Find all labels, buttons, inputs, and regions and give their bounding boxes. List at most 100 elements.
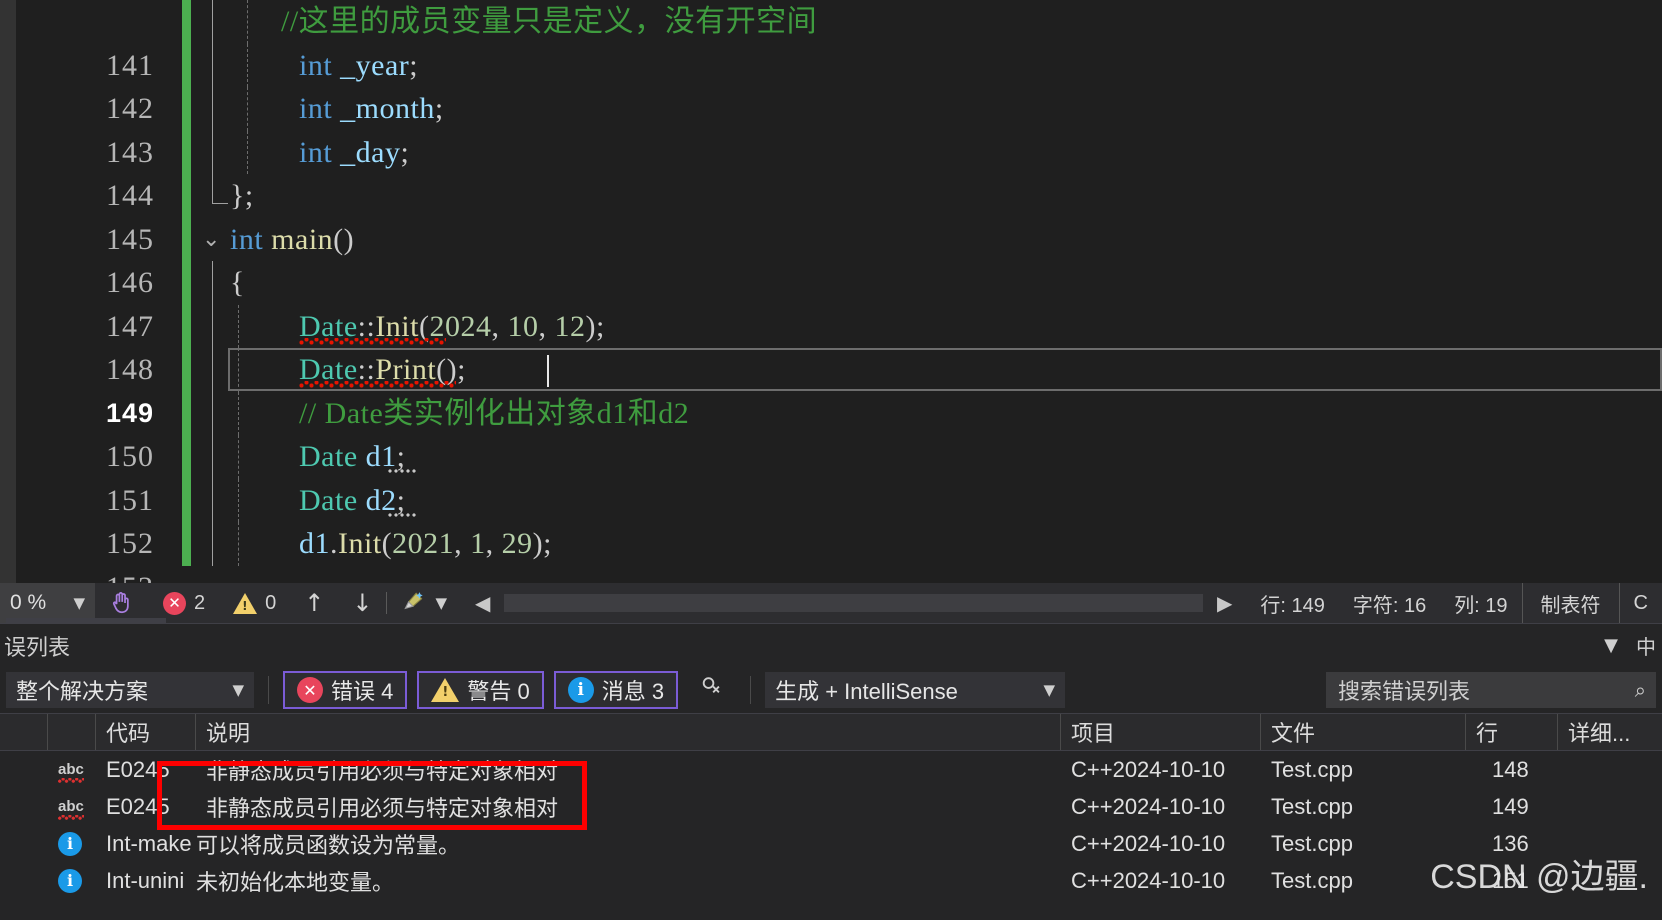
column-header-description[interactable]: 说明 [196,714,1061,750]
indent-guide [238,478,239,522]
code-line-143[interactable]: 143 int _month; [16,87,1662,169]
column-header-detail[interactable]: 详细... [1558,714,1662,750]
pin-icon[interactable]: 中 [1636,631,1656,660]
row-project: C++2024-10-10 [1071,830,1226,856]
chevron-down-icon[interactable]: ▼ [1604,635,1618,656]
table-row[interactable]: abc E0245 非静态成员引用必须与特定对象相对 C++2024-10-10… [0,751,1662,788]
editor-left-strip [0,0,16,583]
error-icon: ✕ [163,591,186,615]
scope-filter-select[interactable]: 整个解决方案 ▼ [6,672,254,708]
zoom-level-control[interactable]: 0 % ▼ [0,583,95,623]
indent-guide [238,435,239,479]
hand-icon-button[interactable] [95,583,149,623]
code-text: // Date类实例化出对象d1和d2 [299,396,690,430]
row-description: 未初始化本地变量。 [196,869,395,895]
code-line-146[interactable]: 146 ⌄ int main() [16,217,1662,299]
search-icon[interactable]: ⌕ [1635,678,1646,702]
chevron-down-icon[interactable]: ▼ [435,594,447,612]
row-project: C++2024-10-10 [1071,756,1226,782]
code-line-145[interactable]: 145 }; [16,174,1662,256]
code-text: { [230,266,245,299]
code-area[interactable]: 141 //这里的成员变量只是定义，没有开空间 142 int _year; 1… [16,0,1662,583]
search-error-list-input[interactable]: 搜索错误列表 ⌕ [1326,672,1656,708]
scope-guide [212,261,213,305]
warnings-filter-toggle[interactable]: 警告 0 [417,671,544,709]
code-line-144[interactable]: 144 int _day; [16,130,1662,212]
code-line-152[interactable]: 152 Date d2; [16,478,1662,560]
caret-column-indicator[interactable]: 列: 19 [1440,583,1521,623]
horizontal-scrollbar[interactable]: ◀ ▶ [461,583,1246,623]
change-bar [182,304,191,348]
caret-char-indicator[interactable]: 字符: 16 [1339,583,1440,623]
messages-filter-label: 消息 3 [601,679,665,704]
chevron-down-icon[interactable]: ▼ [1044,681,1056,699]
chevron-down-icon[interactable]: ⌄ [202,218,220,262]
code-line-150[interactable]: 150 // Date类实例化出对象d1和d2 [16,391,1662,473]
error-list-toolbar[interactable]: 整个解决方案 ▼ ✕ 错误 4 警告 0 i 消息 3 [0,667,1662,713]
encoding-indicator[interactable]: C [1620,583,1662,623]
prev-issue-button[interactable]: ↑ [290,583,338,623]
next-issue-button[interactable]: ↓ [338,583,386,623]
indent-guide [238,304,239,348]
info-icon: i [567,677,594,703]
error-icon: ✕ [297,677,323,703]
column-header-file[interactable]: 文件 [1261,714,1466,750]
table-row[interactable]: i Int-unini 未初始化本地变量。 C++2024-10-10 Test… [0,862,1662,899]
messages-filter-toggle[interactable]: i 消息 3 [553,671,679,709]
code-editor[interactable]: 141 //这里的成员变量只是定义，没有开空间 142 int _year; 1… [0,0,1662,583]
change-bar [182,391,191,435]
error-list-panel[interactable]: 误列表 ▼ 中 整个解决方案 ▼ ✕ 错误 4 警告 0 i 消息 3 [0,618,1662,920]
table-row[interactable]: abc E0245 非静态成员引用必须与特定对象相对 C++2024-10-10… [0,788,1662,825]
scope-filter-value: 整个解决方案 [16,679,149,704]
scope-guide [212,87,213,131]
scope-guide [212,348,213,392]
info-icon: i [58,831,82,856]
caret-char-value: 字符: 16 [1352,594,1427,617]
scroll-track[interactable] [504,594,1203,612]
scroll-right-icon[interactable]: ▶ [1217,591,1232,615]
chevron-down-icon[interactable]: ▼ [232,681,244,699]
tab-mode-indicator[interactable]: 制表符 [1521,583,1620,623]
filter-settings-button[interactable] [688,675,736,705]
row-line: 148 [1492,756,1529,782]
table-row[interactable]: i Int-make 可以将成员函数设为常量。 C++2024-10-10 Te… [0,825,1662,862]
status-right-group: 行: 149 字符: 16 列: 19 制表符 C [1246,583,1662,623]
error-count-indicator[interactable]: ✕ 2 [149,583,219,623]
warnings-filter-label: 警告 0 [467,679,530,704]
hand-icon [112,592,129,614]
column-header-grip[interactable] [0,714,48,750]
scroll-left-icon[interactable]: ◀ [475,591,490,615]
panel-title: 误列表 [4,634,71,660]
row-severity-icon: abc [48,799,96,820]
column-header-icon[interactable] [48,714,96,750]
errors-filter-toggle[interactable]: ✕ 错误 4 [283,671,408,709]
code-line-153[interactable]: 153 d1.Init(2021, 1, 29); [16,522,1662,583]
caret-line-indicator[interactable]: 行: 149 [1246,583,1338,623]
column-header-line[interactable]: 行 [1466,714,1558,750]
visual-studio-window: 141 //这里的成员变量只是定义，没有开空间 142 int _year; 1… [0,0,1662,920]
row-severity-icon: abc [48,762,96,783]
code-line-141[interactable]: 141 //这里的成员变量只是定义，没有开空间 [16,0,1662,82]
error-list-grid[interactable]: 代码 说明 项目 文件 行 详细... abc E0245 非静态成员引用必须与… [0,713,1662,899]
column-header-project[interactable]: 项目 [1061,714,1261,750]
chevron-down-icon[interactable]: ▼ [73,594,85,612]
code-line-151[interactable]: 151 Date d1; [16,435,1662,517]
code-line-149[interactable]: 149 Date::Print(); [16,348,1662,428]
code-line-147[interactable]: 147 { [16,261,1662,343]
code-line-142[interactable]: 142 int _year; [16,43,1662,125]
change-bar [182,348,191,392]
build-source-select[interactable]: 生成 + IntelliSense ▼ [765,672,1066,708]
code-line-148[interactable]: 148 Date::Init(2024, 10, 12); [16,304,1662,386]
row-code: Int-unini [106,867,185,893]
grid-header-row[interactable]: 代码 说明 项目 文件 行 详细... [0,713,1662,751]
cleanup-button[interactable]: ▼ [387,583,461,623]
editor-status-bar[interactable]: 0 % ▼ ✕ 2 0 ↑ ↓ ▼ [0,583,1662,623]
column-header-code[interactable]: 代码 [96,714,196,750]
change-bar [182,435,191,479]
encoding-value: C [1633,591,1648,614]
panel-title-bar[interactable]: 误列表 ▼ 中 [0,618,1662,667]
suggestion-underline [388,512,418,517]
code-text: }; [230,179,254,212]
zoom-level-value: 0 % [10,591,47,614]
warning-count-indicator[interactable]: 0 [219,583,290,623]
